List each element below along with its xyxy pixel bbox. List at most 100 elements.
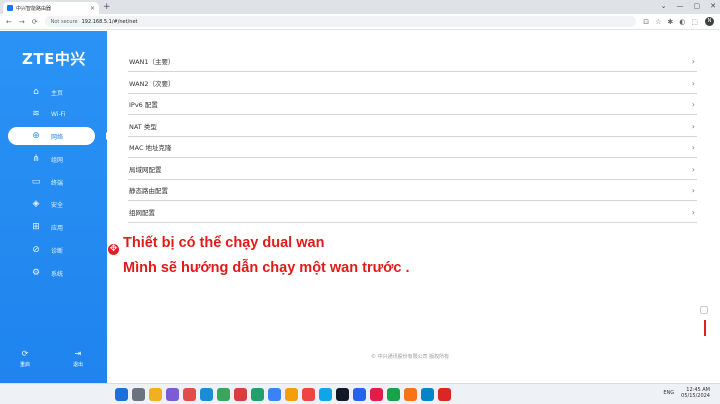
theme-icon[interactable]: ◐ xyxy=(679,18,685,26)
list-item-wan1[interactable]: WAN1（主要） › xyxy=(128,51,697,72)
floating-widget-icon[interactable] xyxy=(700,306,708,314)
globe-icon: ⊕ xyxy=(32,131,40,141)
app-icon[interactable] xyxy=(302,388,315,401)
apps-grid-icon: ⊞ xyxy=(32,222,40,232)
reboot-label: 重启 xyxy=(19,362,30,368)
list-item-static-route[interactable]: 静态路由配置 › xyxy=(128,180,697,201)
caption-line-2: Mình sẽ hướng dẫn chạy một wan trước . xyxy=(123,260,410,276)
wifi-icon: ≋ xyxy=(32,109,40,119)
sidebar-item-label: Wi-Fi xyxy=(51,110,66,118)
sidepanel-icon[interactable]: ⬚ xyxy=(691,18,698,26)
app-icon[interactable] xyxy=(234,388,247,401)
screenshot-icon[interactable]: ⊡ xyxy=(643,18,649,26)
edge-icon[interactable] xyxy=(200,388,213,401)
profile-avatar[interactable]: N xyxy=(705,17,714,26)
sidebar-item-mesh[interactable]: ⋔ 组网 xyxy=(0,150,107,168)
app-icon[interactable] xyxy=(421,388,434,401)
file-explorer-icon[interactable] xyxy=(149,388,162,401)
language-indicator[interactable]: ENG xyxy=(663,390,674,396)
caption-line-1: Thiết bị có thể chạy dual wan xyxy=(123,235,325,251)
list-item-label: WAN2（次要） xyxy=(129,80,175,88)
tab-close-icon[interactable]: × xyxy=(90,5,95,12)
taskbar-apps xyxy=(115,388,451,401)
app-icon[interactable] xyxy=(438,388,451,401)
chevron-right-icon: › xyxy=(691,207,695,217)
teams-icon[interactable] xyxy=(166,388,179,401)
copyright-footer: © 中兴通讯股份有限公司 版权所有 xyxy=(371,354,450,360)
reboot-icon: ⟳ xyxy=(21,349,29,358)
sidebar-item-diagnostics[interactable]: ⊘ 诊断 xyxy=(0,241,107,259)
logout-icon: ⇥ xyxy=(74,349,82,358)
forward-icon[interactable]: → xyxy=(19,18,25,26)
sidebar-item-security[interactable]: ◈ 安全 xyxy=(0,195,107,213)
back-icon[interactable]: ← xyxy=(6,18,12,26)
minimize-icon[interactable]: — xyxy=(677,2,684,10)
sidebar-item-network[interactable]: ⊕ 网络 xyxy=(0,127,110,145)
address-bar[interactable]: Not secure 192.168.5.1/#/net/net xyxy=(44,16,637,27)
logout-button[interactable]: ⇥ 退出 xyxy=(63,349,93,368)
sidebar-item-home[interactable]: ⌂ 主页 xyxy=(0,83,107,101)
diagnostics-icon: ⊘ xyxy=(32,245,40,255)
app-icon[interactable] xyxy=(251,388,264,401)
site-favicon-icon xyxy=(7,5,13,11)
settings-icon: ⚙ xyxy=(31,268,41,278)
app-icon[interactable] xyxy=(183,388,196,401)
list-item-ipv6[interactable]: IPv6 配置 › xyxy=(128,94,697,115)
not-secure-badge[interactable]: Not secure xyxy=(51,19,78,25)
sidebar-item-label: 系统 xyxy=(51,270,64,278)
list-item-label: 组网配置 xyxy=(129,209,155,217)
screen: 中兴智能路由器 × + ⌄ — ▢ ✕ ← → ⟳ Not secure 192… xyxy=(0,0,720,404)
maximize-icon[interactable]: ▢ xyxy=(694,2,701,10)
sidebar: ZTE中兴 ⌂ 主页 ≋ Wi-Fi ⊕ 网络 ⋔ 组网 ▭ 终端 ◈ 安全 ⊞ xyxy=(0,31,110,383)
list-item-lan[interactable]: 局域网配置 › xyxy=(128,159,697,180)
list-item-mesh-config[interactable]: 组网配置 › xyxy=(128,202,697,223)
browser-toolbar: ← → ⟳ Not secure 192.168.5.1/#/net/net ⊡… xyxy=(0,14,720,30)
bookmark-star-icon[interactable]: ☆ xyxy=(655,18,661,26)
tab-title: 中兴智能路由器 xyxy=(16,5,52,12)
start-icon[interactable] xyxy=(115,388,128,401)
app-icon[interactable] xyxy=(370,388,383,401)
extension-icon[interactable]: ✱ xyxy=(667,18,673,26)
taskbar: ENG 12:45 AM 05/15/2024 xyxy=(0,383,720,404)
browser-tab-strip: 中兴智能路由器 × + ⌄ — ▢ ✕ xyxy=(0,0,720,14)
clock[interactable]: 12:45 AM 05/15/2024 xyxy=(681,387,710,399)
list-item-label: 静态路由配置 xyxy=(129,187,168,195)
new-tab-button[interactable]: + xyxy=(103,2,111,14)
list-item-label: MAC 地址克隆 xyxy=(129,144,172,152)
tab-search-icon[interactable]: ⌄ xyxy=(661,2,667,10)
chevron-right-icon: › xyxy=(691,99,695,109)
system-tray: ENG 12:45 AM 05/15/2024 xyxy=(663,387,710,399)
chevron-right-icon: › xyxy=(691,185,695,195)
chevron-right-icon: › xyxy=(691,164,695,174)
chrome-icon[interactable] xyxy=(217,388,230,401)
sidebar-item-devices[interactable]: ▭ 终端 xyxy=(0,173,107,191)
sidebar-item-label: 主页 xyxy=(51,89,64,97)
app-icon[interactable] xyxy=(268,388,281,401)
app-icon[interactable] xyxy=(353,388,366,401)
reboot-button[interactable]: ⟳ 重启 xyxy=(10,349,40,368)
list-item-wan2[interactable]: WAN2（次要） › xyxy=(128,73,697,94)
app-icon[interactable] xyxy=(285,388,298,401)
sidebar-item-label: 应用 xyxy=(51,224,64,232)
reload-icon[interactable]: ⟳ xyxy=(32,18,38,26)
sidebar-item-system[interactable]: ⚙ 系统 xyxy=(0,264,107,282)
shield-icon: ◈ xyxy=(32,199,40,209)
sidebar-item-label: 组网 xyxy=(51,156,64,164)
topology-icon: ⋔ xyxy=(32,154,40,164)
sidebar-item-label: 网络 xyxy=(51,133,64,141)
list-item-mac-clone[interactable]: MAC 地址克隆 › xyxy=(128,137,697,158)
app-icon[interactable] xyxy=(387,388,400,401)
move-cursor-icon: ✥ xyxy=(108,244,119,255)
logout-label: 退出 xyxy=(72,362,83,368)
sidebar-item-apps[interactable]: ⊞ 应用 xyxy=(0,218,107,236)
app-icon[interactable] xyxy=(319,388,332,401)
app-icon[interactable] xyxy=(336,388,349,401)
sidebar-item-label: 安全 xyxy=(51,201,64,209)
app-icon[interactable] xyxy=(404,388,417,401)
close-window-icon[interactable]: ✕ xyxy=(710,2,716,10)
browser-tab[interactable]: 中兴智能路由器 × xyxy=(3,2,99,14)
extension-icons: ⊡ ☆ ✱ ◐ ⬚ xyxy=(643,18,698,26)
sidebar-item-wifi[interactable]: ≋ Wi-Fi xyxy=(0,105,107,123)
list-item-nat[interactable]: NAT 类型 › xyxy=(128,116,697,137)
search-icon[interactable] xyxy=(132,388,145,401)
